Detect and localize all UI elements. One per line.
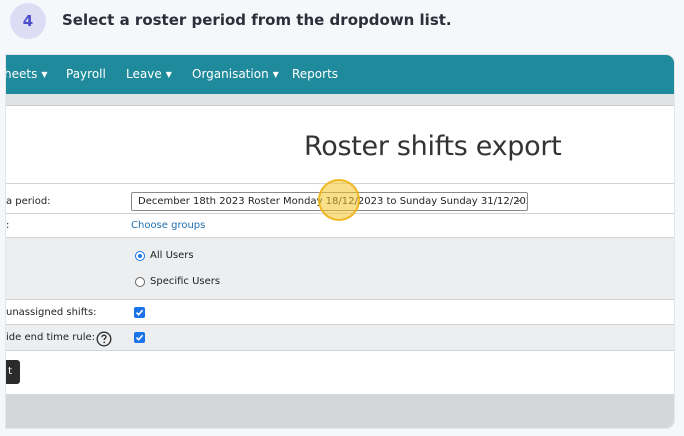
page-footer <box>6 394 674 428</box>
nav-item-organisation[interactable]: Organisation ▼ <box>192 67 279 81</box>
top-navbar: heets ▼ Payroll Leave ▼ Organisation ▼ Repo… <box>6 55 674 94</box>
chevron-down-icon: ▼ <box>165 70 172 79</box>
groups-label: : <box>6 220 10 231</box>
nav-item-payroll[interactable]: Payroll <box>66 67 106 81</box>
nav-item-label: Leave <box>126 67 162 81</box>
divider <box>6 237 674 238</box>
chevron-down-icon: ▼ <box>272 70 279 79</box>
end-time-rule-checkbox[interactable] <box>134 332 145 343</box>
all-users-label: All Users <box>150 250 194 261</box>
divider <box>6 350 674 351</box>
nav-item-label: heets <box>6 67 38 81</box>
page-title: Roster shifts export <box>304 131 562 162</box>
all-users-radio[interactable] <box>135 251 145 261</box>
unassigned-shifts-label: unassigned shifts: <box>6 307 97 318</box>
question-circle-icon[interactable] <box>96 331 112 347</box>
nav-item-label: Reports <box>292 67 339 81</box>
specific-users-label: Specific Users <box>150 276 221 287</box>
choose-groups-link[interactable]: Choose groups <box>131 220 205 231</box>
click-target-highlight <box>318 179 360 221</box>
step-number: 4 <box>22 12 34 30</box>
nav-item-leave[interactable]: Leave ▼ <box>126 67 172 81</box>
export-button[interactable]: t <box>6 360 20 384</box>
chevron-down-icon: ▼ <box>41 70 48 79</box>
unassigned-shifts-checkbox[interactable] <box>134 307 145 318</box>
divider <box>6 299 674 300</box>
nav-item-label: Organisation <box>192 67 269 81</box>
period-label: a period: <box>6 196 51 207</box>
nav-item-reports[interactable]: Reports <box>292 67 338 81</box>
end-time-rule-label: ide end time rule: <box>6 332 95 343</box>
divider <box>6 324 674 325</box>
step-instruction: Select a roster period from the dropdown… <box>62 11 452 29</box>
nav-item-timesheets[interactable]: heets ▼ <box>6 67 47 81</box>
nav-item-label: Payroll <box>66 67 106 81</box>
specific-users-radio[interactable] <box>135 277 145 287</box>
sub-navbar <box>6 94 674 106</box>
app-window: heets ▼ Payroll Leave ▼ Organisation ▼ Repo… <box>6 55 674 428</box>
users-row <box>6 237 674 299</box>
chevron-down-icon: ⌄ <box>514 195 522 205</box>
step-number-badge: 4 <box>10 3 46 39</box>
